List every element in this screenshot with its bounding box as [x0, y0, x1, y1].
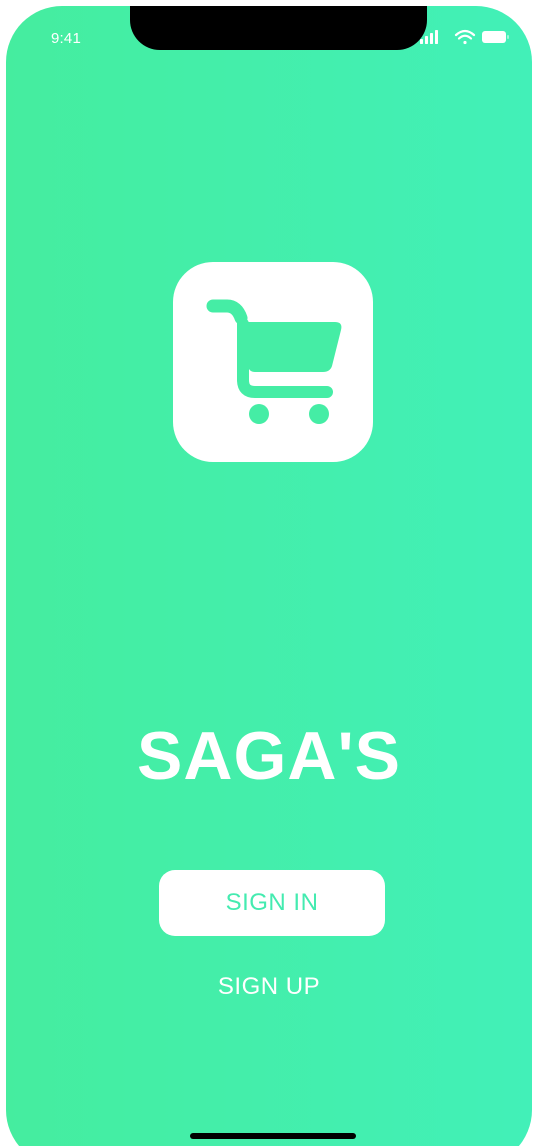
sign-up-link[interactable]: SIGN UP — [6, 973, 532, 1001]
status-time: 9:41 — [51, 30, 81, 47]
shopping-cart-icon — [206, 299, 342, 424]
wifi-icon — [454, 29, 476, 45]
status-icons — [420, 28, 516, 46]
sign-in-button[interactable]: SIGN IN — [159, 870, 385, 936]
app-screen: 9:41 SAGA'S SIGN IN SIGN UP — [6, 6, 532, 1146]
phone-device: 9:41 SAGA'S SIGN IN SIGN UP — [0, 0, 534, 1146]
brand-title: SAGA'S — [137, 718, 401, 794]
battery-icon — [482, 31, 509, 43]
home-indicator[interactable] — [190, 1133, 356, 1139]
device-notch — [130, 6, 427, 50]
signal-icon — [420, 30, 438, 44]
app-logo — [173, 262, 373, 462]
